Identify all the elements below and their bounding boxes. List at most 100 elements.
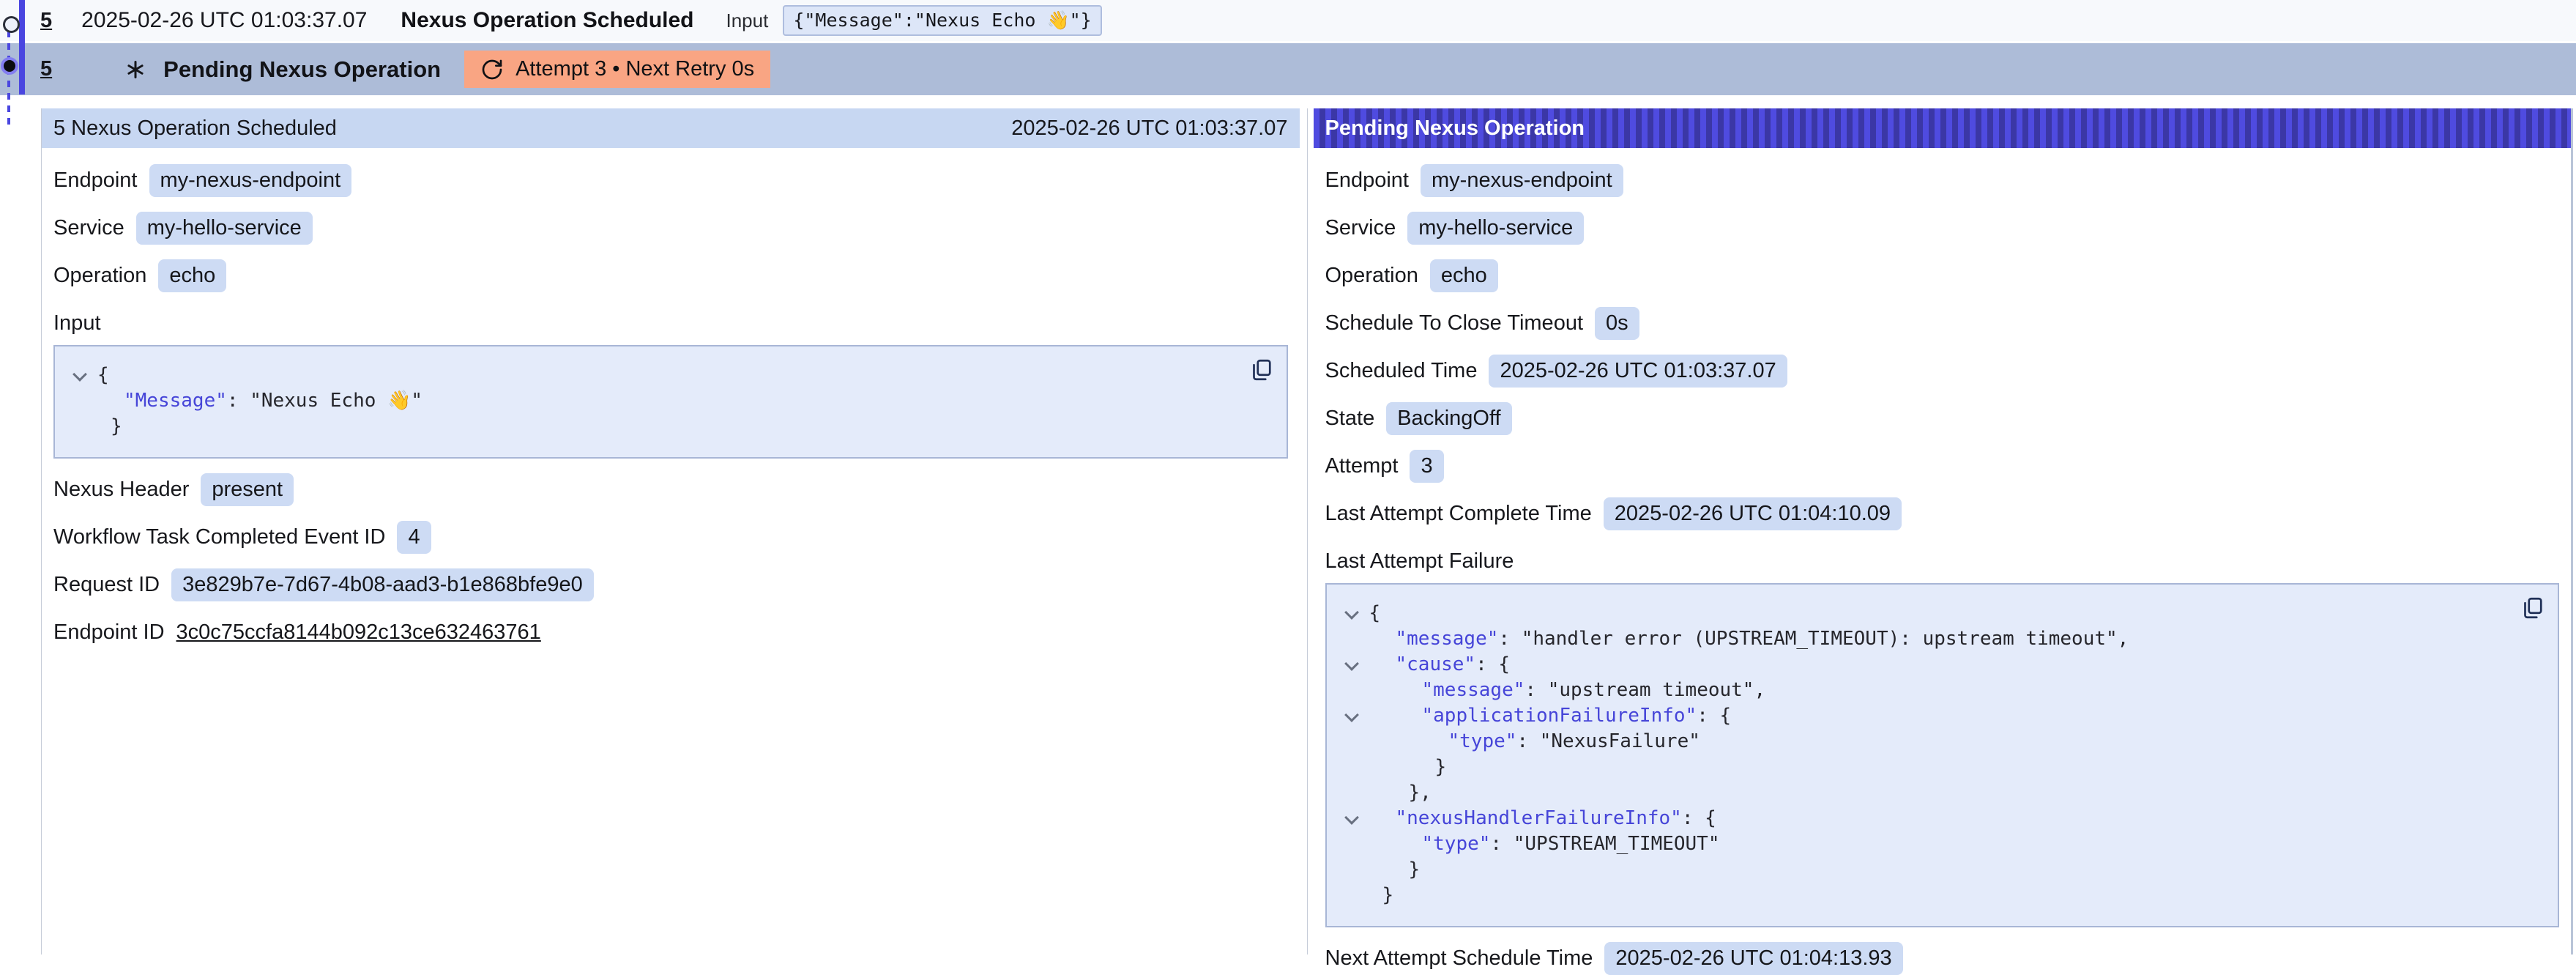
timeline-dashed-line — [7, 31, 10, 125]
field-label: Last Attempt Complete Time — [1325, 502, 1592, 526]
code-line: } — [1336, 755, 2544, 780]
json-key: "nexusHandlerFailureInfo" — [1396, 807, 1682, 829]
field-row: Schedule To Close Timeout 0s — [1325, 307, 2560, 340]
field-row: Operationecho — [53, 259, 1288, 292]
pending-detail-fields-bottom: Next Attempt Schedule Time 2025-02-26 UTC… — [1325, 942, 2560, 975]
field-value-badge: echo — [1430, 259, 1498, 292]
field-row: Endpoint my-nexus-endpoint — [1325, 164, 2560, 197]
event-detail-body: Endpointmy-nexus-endpoint Servicemy-hello… — [42, 148, 1300, 648]
json-key: "cause" — [1396, 653, 1476, 675]
field-row: Last Attempt Complete Time 2025-02-26 UTC… — [1325, 497, 2560, 530]
field-value-badge: 2025-02-26 UTC 01:04:13.93 — [1604, 942, 1902, 975]
retry-badge[interactable]: Attempt 3 • Next Retry 0s — [464, 51, 770, 88]
field-value-badge: my-nexus-endpoint — [149, 164, 352, 197]
event-detail-panel: 5 Nexus Operation Scheduled 2025-02-26 U… — [42, 108, 1307, 954]
pending-detail-body: Endpoint my-nexus-endpoint Service my-hello… — [1314, 148, 2572, 975]
event-detail-fields: Endpointmy-nexus-endpoint Servicemy-hello… — [53, 164, 1288, 292]
pending-title: Pending Nexus Operation — [163, 56, 441, 83]
field-value-badge: my-nexus-endpoint — [1421, 164, 1623, 197]
code-line: "message": "upstream timeout", — [1336, 678, 2544, 703]
event-detail-fields-bottom: Nexus Header present Workflow Task Complet… — [53, 473, 1288, 648]
retry-icon — [480, 58, 504, 81]
field-label: Next Attempt Schedule Time — [1325, 946, 1593, 971]
collapse-chevron-icon[interactable] — [1344, 810, 1359, 825]
json-text: : { — [1697, 705, 1731, 727]
field-row: Servicemy-hello-service — [53, 212, 1288, 245]
event-timestamp: 2025-02-26 UTC 01:03:37.07 — [81, 8, 367, 33]
json-text: : { — [1475, 653, 1510, 675]
code-line: "type": "UPSTREAM_TIMEOUT" — [1336, 831, 2544, 857]
field-value-badge: echo — [158, 259, 226, 292]
json-text: }, — [1409, 782, 1432, 804]
field-label: Service — [1325, 216, 1396, 240]
field-value-badge: 0s — [1595, 307, 1639, 340]
json-text: { — [97, 364, 109, 386]
timeline-node-filled-icon — [4, 60, 15, 72]
field-row: Endpoint ID 3c0c75ccfa8144b092c13ce632463… — [53, 616, 1288, 648]
json-key: "applicationFailureInfo" — [1422, 705, 1697, 727]
field-label: Operation — [1325, 264, 1418, 288]
field-label: Service — [53, 216, 124, 240]
event-detail-panels: 5 Nexus Operation Scheduled 2025-02-26 U… — [41, 108, 2573, 954]
json-key: "type" — [1422, 833, 1491, 855]
field-row: Attempt 3 — [1325, 450, 2560, 483]
timeline-selected-bar — [19, 0, 25, 94]
event-input-chip[interactable]: {"Message":"Nexus Echo 👋"} — [783, 5, 1101, 36]
code-line: "Message": "Nexus Echo 👋" — [64, 388, 1272, 414]
code-line: "message": "handler error (UPSTREAM_TIME… — [1336, 626, 2544, 652]
code-line: } — [1336, 883, 2544, 908]
event-id-link[interactable]: 5 — [40, 9, 52, 33]
json-text: : "UPSTREAM_TIMEOUT" — [1490, 833, 1719, 855]
json-text: } — [1382, 884, 1394, 906]
input-block-label: Input — [53, 311, 1288, 335]
field-value-badge: 3 — [1410, 450, 1443, 483]
pending-detail-panel: Pending Nexus Operation Endpoint my-nexus… — [1307, 108, 2572, 954]
field-value-badge: 2025-02-26 UTC 01:03:37.07 — [1489, 355, 1787, 388]
collapse-chevron-icon[interactable] — [1344, 656, 1359, 671]
collapse-chevron-icon[interactable] — [1344, 708, 1359, 722]
timeline-node-open-icon — [3, 16, 20, 33]
field-row: Endpointmy-nexus-endpoint — [53, 164, 1288, 197]
code-line: "cause": { — [1336, 652, 2544, 678]
field-row: Next Attempt Schedule Time 2025-02-26 UTC… — [1325, 942, 2560, 975]
retry-badge-label: Attempt 3 • Next Retry 0s — [515, 57, 754, 81]
code-line: "nexusHandlerFailureInfo": { — [1336, 806, 2544, 831]
field-value-badge: 3e829b7e-7d67-4b08-aad3-b1e868bfe9e0 — [171, 568, 594, 601]
field-row: Operation echo — [1325, 259, 2560, 292]
field-label: Schedule To Close Timeout — [1325, 311, 1584, 335]
event-row[interactable]: 5 2025-02-26 UTC 01:03:37.07 Nexus Opera… — [0, 0, 2576, 41]
field-value-badge: 2025-02-26 UTC 01:04:10.09 — [1604, 497, 1902, 530]
json-text: } — [1435, 756, 1447, 778]
field-value-badge: BackingOff — [1386, 402, 1511, 435]
field-value-badge: present — [201, 473, 294, 506]
field-label: Attempt — [1325, 454, 1399, 478]
json-key: "message" — [1396, 628, 1499, 650]
json-key: "Message" — [124, 390, 227, 412]
endpoint-id-link[interactable]: 3c0c75ccfa8144b092c13ce632463761 — [176, 620, 541, 645]
json-key: "message" — [1422, 679, 1525, 701]
field-label: Endpoint — [1325, 168, 1410, 193]
field-value-badge: 4 — [397, 521, 431, 554]
collapse-chevron-icon[interactable] — [1344, 605, 1359, 620]
pending-detail-title: Pending Nexus Operation — [1325, 116, 1585, 141]
collapse-chevron-icon[interactable] — [72, 367, 87, 382]
json-text: : { — [1682, 807, 1716, 829]
pending-row[interactable]: 5 Pending Nexus Operation Attempt 3 • Ne… — [0, 43, 2576, 95]
json-text: } — [1409, 859, 1421, 881]
field-row: Workflow Task Completed Event ID4 — [53, 521, 1288, 554]
failure-block-label: Last Attempt Failure — [1325, 549, 2560, 574]
code-line: } — [1336, 857, 2544, 883]
field-label: Nexus Header — [53, 478, 189, 502]
code-line: "type": "NexusFailure" — [1336, 729, 2544, 755]
pending-id-link[interactable]: 5 — [40, 57, 52, 81]
json-text: : "upstream timeout", — [1525, 679, 1765, 701]
json-key: "type" — [1448, 730, 1517, 752]
json-text: : "handler error (UPSTREAM_TIMEOUT): ups… — [1498, 628, 2129, 650]
json-text: } — [111, 415, 122, 437]
code-line: { — [1336, 601, 2544, 626]
field-label: Endpoint ID — [53, 620, 165, 645]
event-detail-header: 5 Nexus Operation Scheduled 2025-02-26 U… — [42, 108, 1300, 148]
code-line: { — [64, 363, 1272, 388]
json-text: { — [1369, 602, 1381, 624]
field-value-badge: my-hello-service — [1407, 212, 1584, 245]
